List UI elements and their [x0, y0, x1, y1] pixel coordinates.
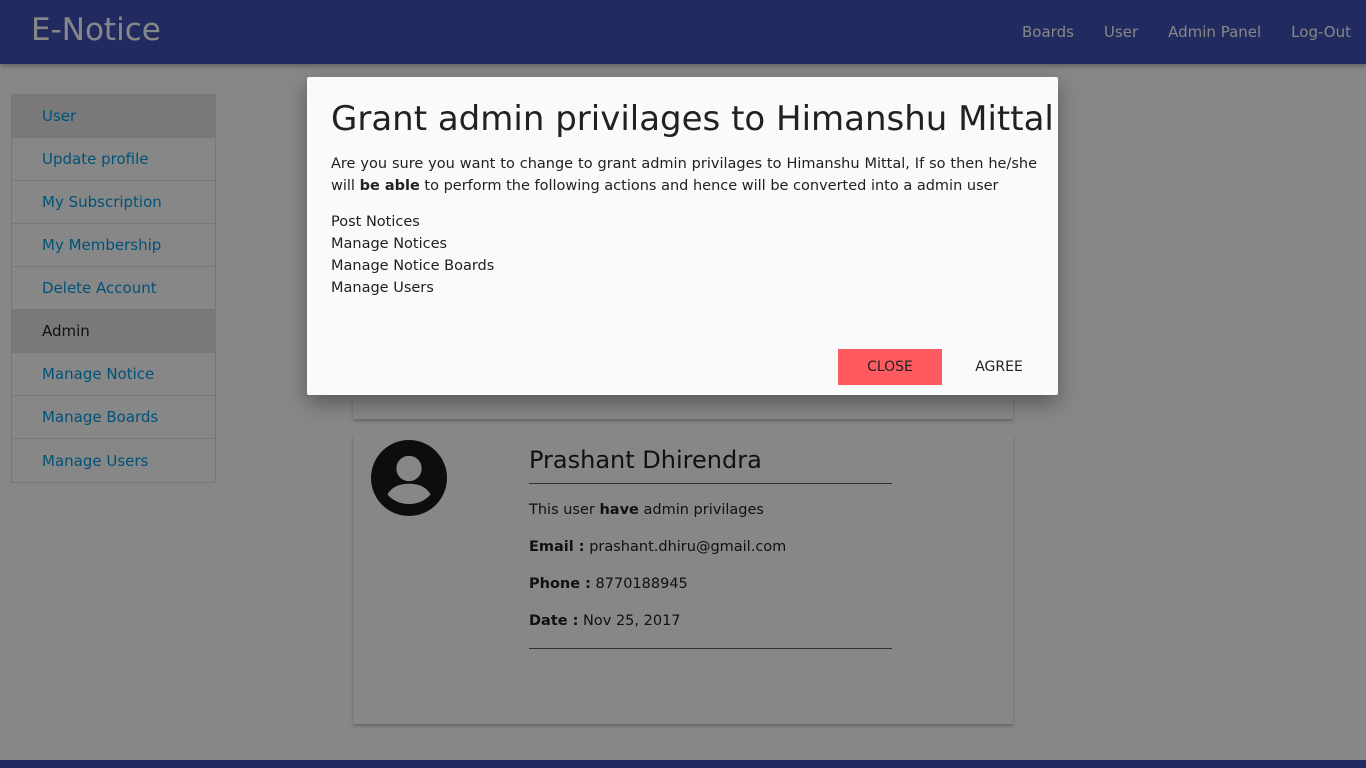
- action-item-manage-users: Manage Users: [331, 280, 434, 296]
- action-item-post-notices: Post Notices: [331, 214, 420, 230]
- admin-actions-list: Post Notices Manage Notices Manage Notic…: [331, 211, 494, 299]
- modal-description: Are you sure you want to change to grant…: [331, 153, 1037, 197]
- modal-text-bold: be able: [359, 178, 420, 194]
- close-button[interactable]: Close: [838, 349, 942, 385]
- modal-text-suffix: to perform the following actions and hen…: [419, 178, 999, 194]
- action-item-manage-notices: Manage Notices: [331, 236, 448, 252]
- grant-admin-modal: Grant admin privilages to Himanshu Mitta…: [307, 77, 1058, 395]
- agree-button[interactable]: Agree: [962, 349, 1036, 385]
- modal-title: Grant admin privilages to Himanshu Mitta…: [331, 99, 1054, 139]
- action-item-manage-notice-boards: Manage Notice Boards: [331, 258, 495, 274]
